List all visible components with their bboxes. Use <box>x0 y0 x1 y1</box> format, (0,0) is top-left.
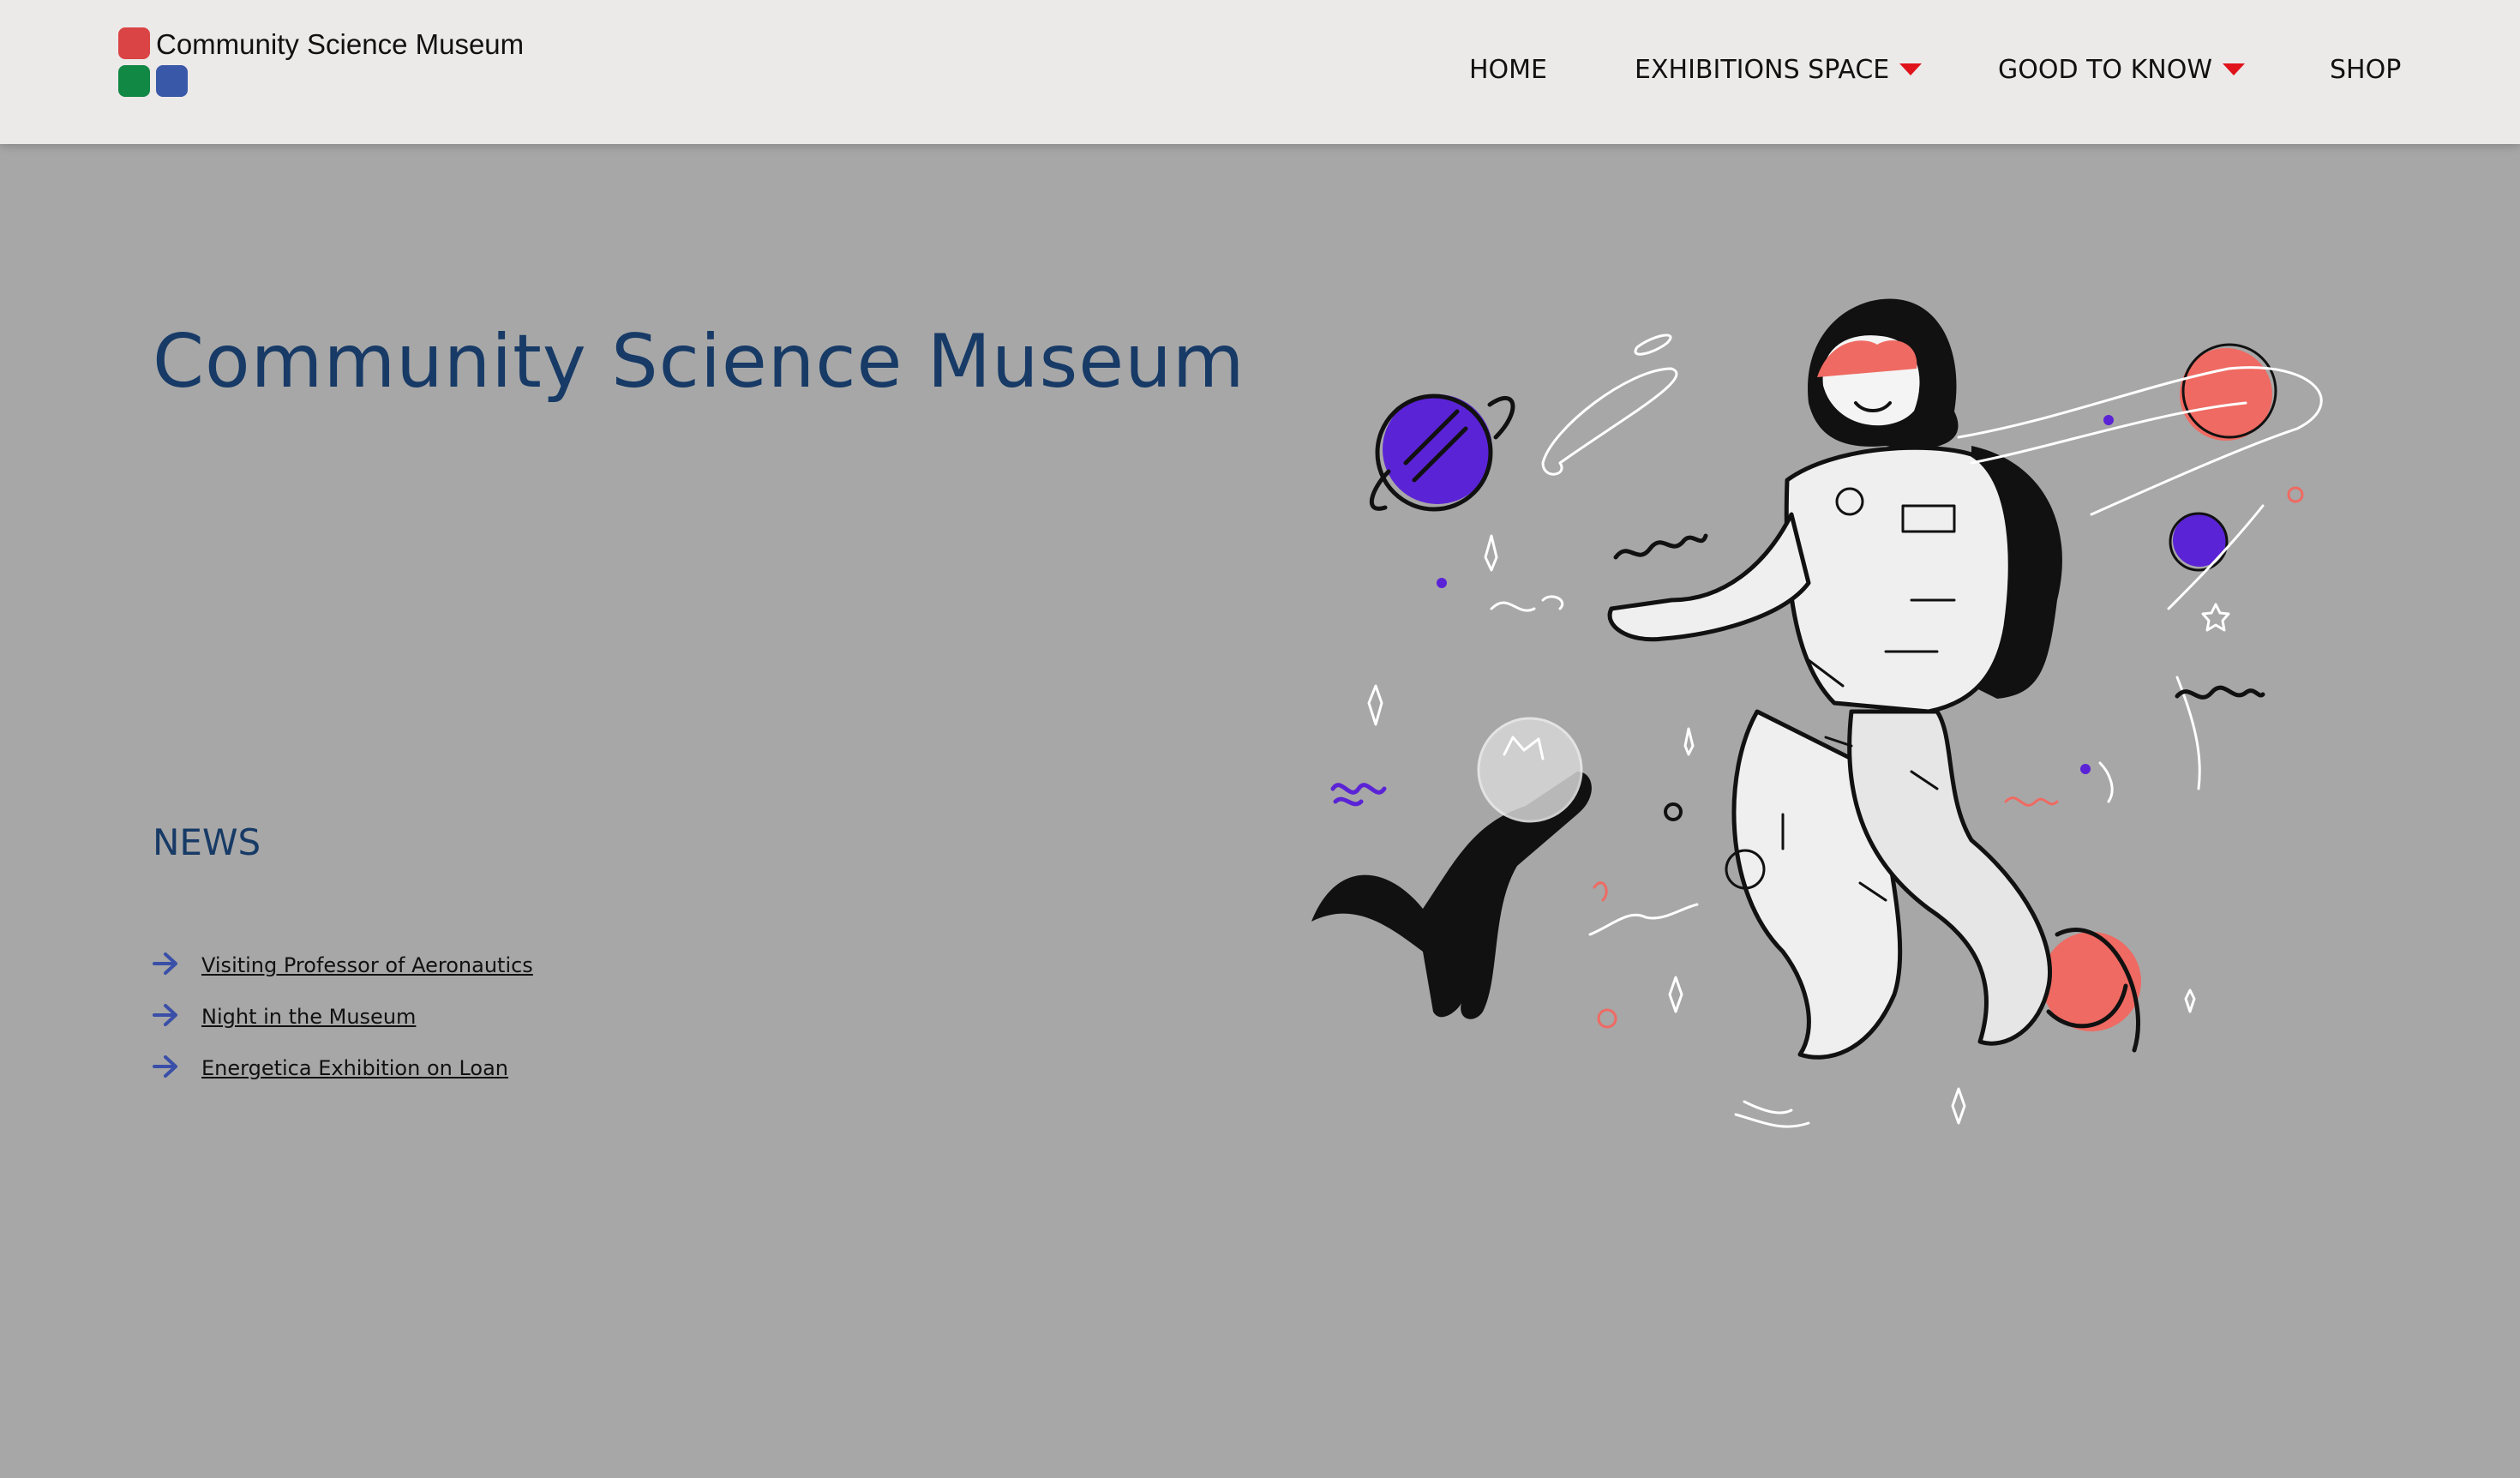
nav-home[interactable]: HOME <box>1469 53 1547 87</box>
arrow-right-icon <box>153 1004 177 1026</box>
news-link-energetica[interactable]: Energetica Exhibition on Loan <box>201 1056 508 1080</box>
news-link-visiting-professor[interactable]: Visiting Professor of Aeronautics <box>201 953 533 977</box>
list-item: Energetica Exhibition on Loan <box>153 1046 533 1097</box>
astronaut-illustration <box>1311 298 2323 1128</box>
nav-shop-label: SHOP <box>2330 55 2402 85</box>
nav-exhibitions-space[interactable]: EXHIBITIONS SPACE <box>1635 53 1923 87</box>
planet-icon <box>2180 343 2277 441</box>
news-list: Visiting Professor of Aeronautics Night … <box>153 943 533 1097</box>
site-header: Community Science Museum HOME EXHIBITION… <box>0 0 2520 144</box>
astronaut-body <box>1607 298 2062 1060</box>
list-item: Visiting Professor of Aeronautics <box>153 943 533 994</box>
caret-down-icon <box>2222 63 2245 75</box>
nav-good-to-know[interactable]: GOOD TO KNOW <box>1998 53 2245 87</box>
planet-icon <box>1369 394 1515 512</box>
planet-icon <box>2042 928 2141 1053</box>
nav-home-label: HOME <box>1469 55 1548 85</box>
arrow-right-icon <box>153 952 177 975</box>
arrow-right-icon <box>153 1055 177 1078</box>
nav-shop[interactable]: SHOP <box>2330 53 2401 87</box>
news-heading: NEWS <box>153 821 261 863</box>
planet-icon <box>2169 512 2229 572</box>
caret-down-icon <box>1899 63 1923 75</box>
page-title: Community Science Museum <box>153 319 1245 405</box>
main-nav: HOME EXHIBITIONS SPACE GOOD TO KNOW SHOP <box>0 0 2520 144</box>
cat-illustration <box>1311 717 1592 1019</box>
news-link-night-in-museum[interactable]: Night in the Museum <box>201 1005 416 1029</box>
nav-good-to-know-label: GOOD TO KNOW <box>1998 55 2212 85</box>
nav-exhibitions-label: EXHIBITIONS SPACE <box>1635 55 1890 85</box>
list-item: Night in the Museum <box>153 994 533 1046</box>
